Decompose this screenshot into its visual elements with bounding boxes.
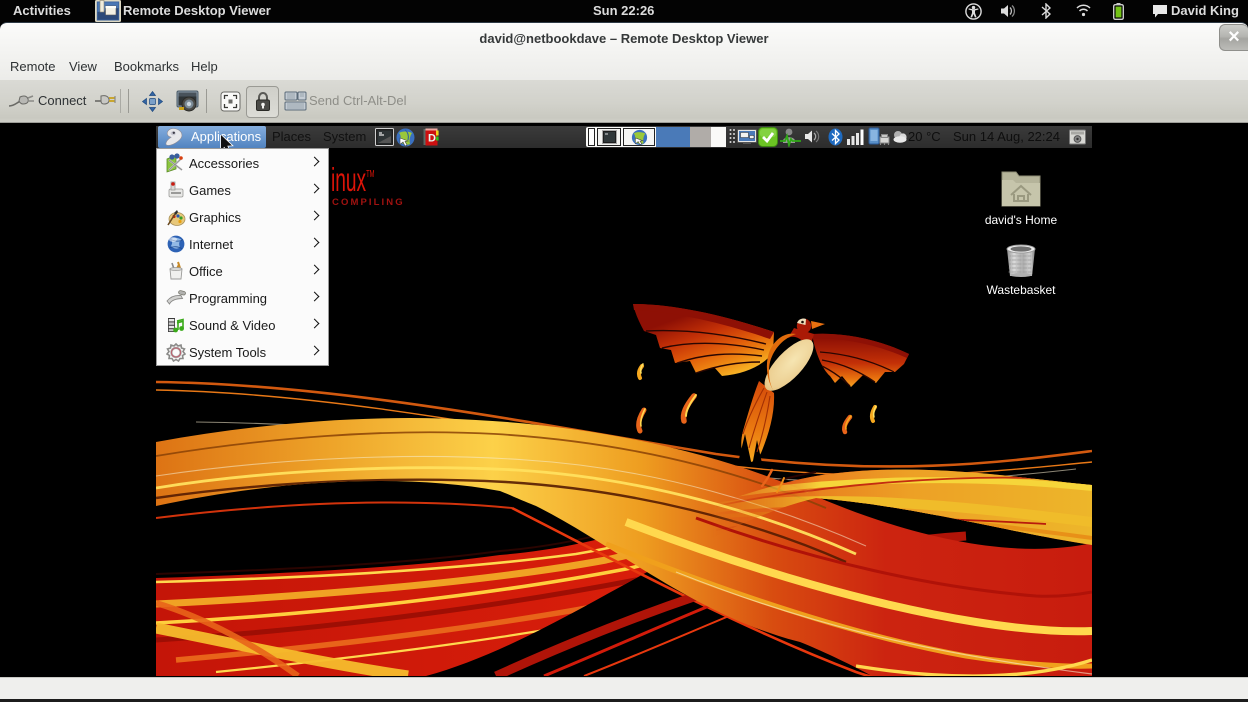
svg-text:D: D [428,133,436,145]
